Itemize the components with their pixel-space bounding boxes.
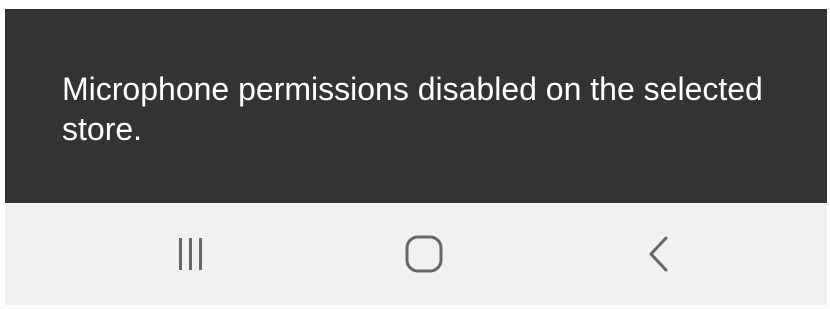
home-icon [405, 235, 443, 273]
snackbar-message: Microphone permissions disabled on the s… [62, 71, 763, 147]
system-navigation-bar [5, 203, 827, 305]
snackbar: Microphone permissions disabled on the s… [5, 9, 827, 203]
screen: Microphone permissions disabled on the s… [5, 9, 827, 305]
recents-button[interactable] [160, 229, 220, 279]
back-button[interactable] [629, 229, 689, 279]
recents-icon [179, 238, 202, 270]
home-button[interactable] [394, 229, 454, 279]
back-icon [649, 236, 668, 272]
